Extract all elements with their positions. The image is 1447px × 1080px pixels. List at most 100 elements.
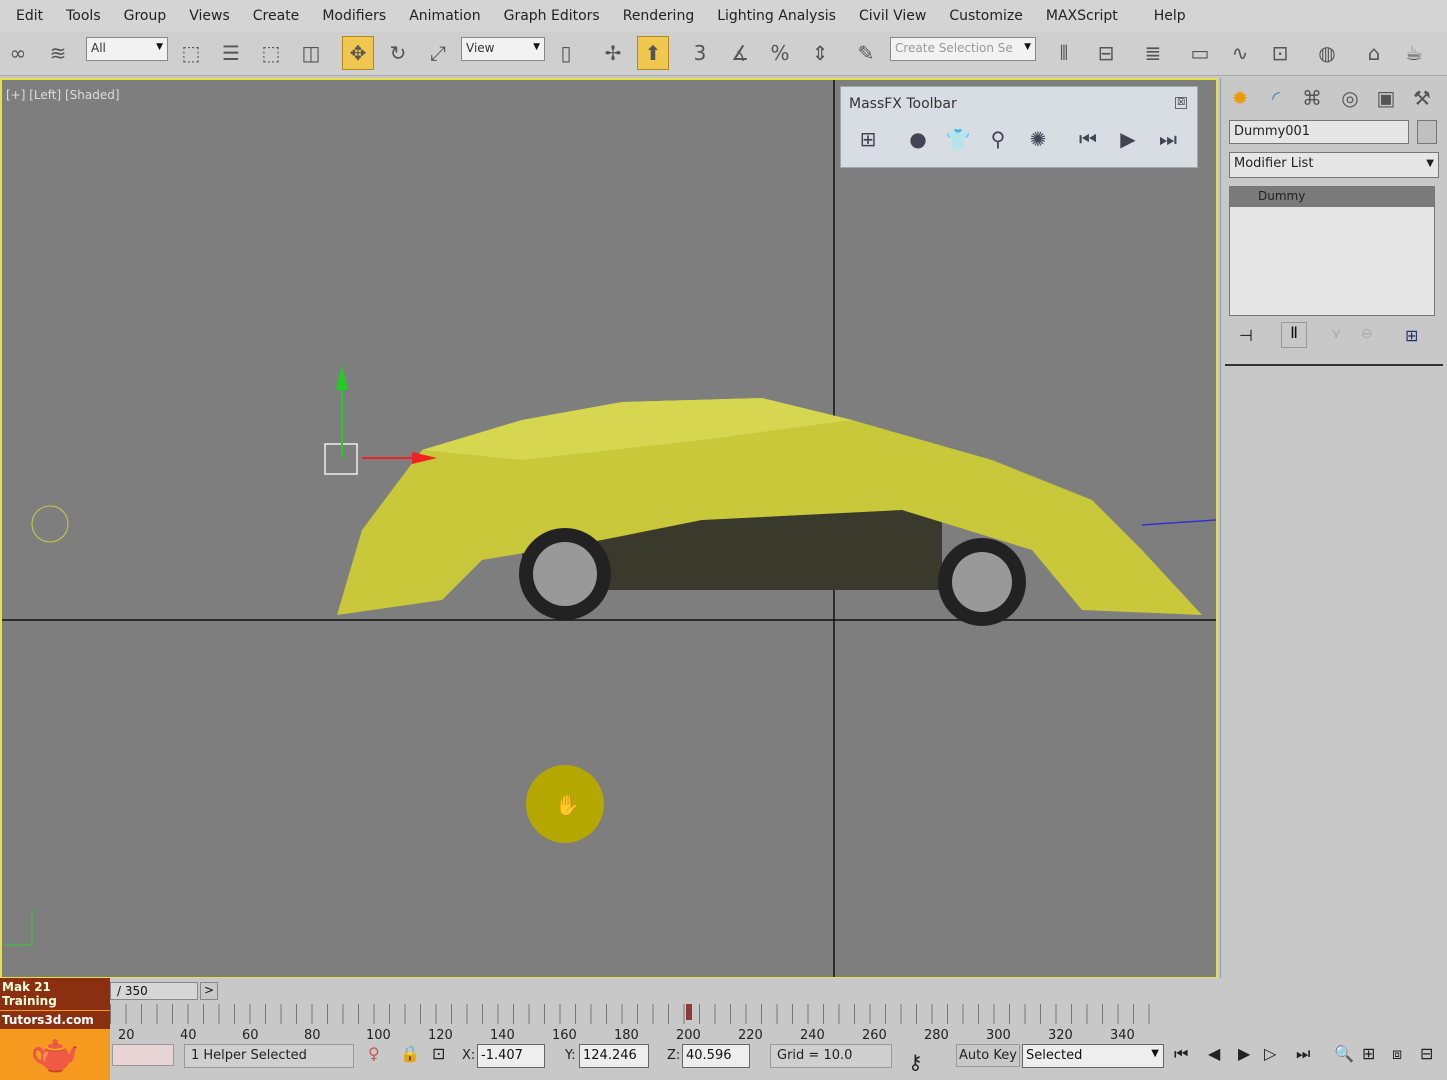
mcloth-icon[interactable]: 👕 bbox=[943, 123, 973, 155]
mirror-icon[interactable]: ⫴ bbox=[1048, 36, 1080, 70]
menu-views[interactable]: Views bbox=[189, 8, 230, 24]
menu-civil-view[interactable]: Civil View bbox=[859, 8, 926, 24]
hierarchy-tab-icon[interactable]: ⌘ bbox=[1295, 82, 1329, 114]
menu-edit[interactable]: Edit bbox=[16, 8, 43, 24]
timeline-tick: 300 bbox=[986, 1028, 1011, 1043]
menu-graph-editors[interactable]: Graph Editors bbox=[504, 8, 600, 24]
time-slider[interactable]: / 350 bbox=[110, 982, 198, 1000]
menu-animation[interactable]: Animation bbox=[409, 8, 480, 24]
logo: Mak 21 Training Tutors3d.com 🫖 bbox=[0, 978, 110, 1080]
rigid-body-icon[interactable]: ● bbox=[903, 123, 933, 155]
motion-tab-icon[interactable]: ◎ bbox=[1333, 82, 1367, 114]
step-simulation-icon[interactable]: ⏭ bbox=[1153, 123, 1183, 155]
keyboard-shortcut-override-icon[interactable]: ⬆ bbox=[637, 36, 669, 70]
play-icon[interactable]: ▶ bbox=[1238, 1044, 1250, 1063]
object-name-field[interactable]: Dummy001 bbox=[1229, 120, 1409, 144]
curve-editor-icon[interactable]: ∿ bbox=[1224, 36, 1256, 70]
snaps-toggle-icon[interactable]: 3 bbox=[684, 36, 716, 70]
manipulate-icon[interactable]: ✢ bbox=[597, 36, 629, 70]
make-unique-icon[interactable]: ⋎ bbox=[1331, 326, 1341, 342]
timeline-tick: 160 bbox=[552, 1028, 577, 1043]
play-simulation-icon[interactable]: ▶ bbox=[1113, 123, 1143, 155]
lock-icon[interactable]: 🔒 bbox=[400, 1044, 420, 1063]
angle-snap-icon[interactable]: ∡ bbox=[724, 36, 756, 70]
modify-tab-icon[interactable]: ◜ bbox=[1259, 82, 1293, 114]
link-icon[interactable]: ∞ bbox=[2, 36, 34, 70]
close-icon[interactable]: ☒ bbox=[1175, 97, 1187, 109]
next-frame-button[interactable]: > bbox=[200, 982, 218, 1000]
timeline-tick: 200 bbox=[676, 1028, 701, 1043]
world-params-icon[interactable]: ⊞ bbox=[853, 123, 883, 155]
next-key-icon[interactable]: ▷ bbox=[1264, 1044, 1276, 1063]
scale-icon[interactable]: ⤢ bbox=[422, 36, 454, 70]
rotate-icon[interactable]: ↻ bbox=[382, 36, 414, 70]
pin-stack-icon[interactable]: ⊣ bbox=[1239, 326, 1253, 345]
menu-rendering[interactable]: Rendering bbox=[623, 8, 695, 24]
z-coordinate-field[interactable]: 40.596 bbox=[682, 1044, 750, 1068]
spinner-snap-icon[interactable]: ⇕ bbox=[804, 36, 836, 70]
display-tab-icon[interactable]: ▣ bbox=[1369, 82, 1403, 114]
schematic-view-icon[interactable]: ⊡ bbox=[1264, 36, 1296, 70]
move-icon[interactable]: ✥ bbox=[342, 36, 374, 70]
set-key-icon[interactable]: ⚷ bbox=[908, 1050, 923, 1074]
pivot-icon[interactable]: ▯ bbox=[550, 36, 582, 70]
selection-filter-dropdown[interactable]: All bbox=[86, 37, 168, 61]
align-icon[interactable]: ⊟ bbox=[1090, 36, 1122, 70]
chevron-down-icon: ▼ bbox=[1426, 158, 1434, 169]
stack-item-dummy[interactable]: Dummy bbox=[1230, 187, 1434, 207]
constraint-icon[interactable]: ⚲ bbox=[983, 123, 1013, 155]
zoom-extents-all-icon[interactable]: ⊟ bbox=[1420, 1044, 1433, 1063]
window-crossing-icon[interactable]: ◫ bbox=[295, 36, 327, 70]
ragdoll-icon[interactable]: ✺ bbox=[1023, 123, 1053, 155]
percent-snap-icon[interactable]: % bbox=[764, 36, 796, 70]
material-editor-icon[interactable]: ◍ bbox=[1311, 36, 1343, 70]
zoom-icon[interactable]: 🔍 bbox=[1334, 1044, 1354, 1063]
menu-customize[interactable]: Customize bbox=[949, 8, 1023, 24]
reference-coordinate-dropdown[interactable]: View bbox=[461, 37, 545, 61]
layer-manager-icon[interactable]: ≣ bbox=[1137, 36, 1169, 70]
isolate-selection-icon[interactable]: ♀ bbox=[368, 1044, 380, 1063]
select-object-icon[interactable]: ⬚ bbox=[175, 36, 207, 70]
menu-help[interactable]: Help bbox=[1154, 8, 1186, 24]
rectangle-selection-icon[interactable]: ⬚ bbox=[255, 36, 287, 70]
render-setup-icon[interactable]: ⌂ bbox=[1358, 36, 1390, 70]
modifier-list-label: Modifier List bbox=[1234, 156, 1314, 171]
show-end-result-icon[interactable]: Ⅱ bbox=[1281, 322, 1307, 348]
zoom-extents-icon[interactable]: ⧈ bbox=[1392, 1044, 1402, 1064]
previous-frame-icon[interactable]: ◀ bbox=[1208, 1044, 1220, 1063]
modifier-list-dropdown[interactable]: Modifier List ▼ bbox=[1229, 152, 1439, 178]
reset-simulation-icon[interactable]: ⏮ bbox=[1073, 123, 1103, 155]
menu-lighting-analysis[interactable]: Lighting Analysis bbox=[717, 8, 836, 24]
bind-space-warp-icon[interactable]: ≋ bbox=[42, 36, 74, 70]
x-coordinate-field[interactable]: -1.407 bbox=[477, 1044, 545, 1068]
named-selection-dropdown[interactable]: Create Selection Se bbox=[890, 37, 1036, 61]
current-frame-marker[interactable] bbox=[685, 1004, 692, 1020]
chevron-down-icon: ▼ bbox=[1151, 1048, 1159, 1059]
menu-group[interactable]: Group bbox=[124, 8, 167, 24]
track-bar[interactable] bbox=[110, 1004, 1160, 1024]
go-to-end-icon[interactable]: ⏭ bbox=[1296, 1044, 1310, 1064]
x-label: X: bbox=[462, 1048, 476, 1063]
zoom-all-icon[interactable]: ⊞ bbox=[1362, 1044, 1375, 1063]
utilities-tab-icon[interactable]: ⚒ bbox=[1405, 82, 1439, 114]
y-coordinate-field[interactable]: 124.246 bbox=[579, 1044, 649, 1068]
auto-key-button[interactable]: Auto Key bbox=[956, 1044, 1020, 1067]
menu-modifiers[interactable]: Modifiers bbox=[322, 8, 386, 24]
select-by-name-icon[interactable]: ☰ bbox=[215, 36, 247, 70]
left-viewport[interactable]: [+] [Left] [Shaded] ✋ bbox=[0, 78, 1218, 979]
light-helper bbox=[31, 505, 69, 543]
scene-explorer-icon[interactable]: ▭ bbox=[1184, 36, 1216, 70]
configure-modifier-sets-icon[interactable]: ⊞ bbox=[1405, 326, 1418, 345]
key-mode-dropdown[interactable]: Selected ▼ bbox=[1022, 1044, 1164, 1068]
remove-modifier-icon[interactable]: ⊖ bbox=[1361, 326, 1373, 342]
go-to-start-icon[interactable]: ⏮ bbox=[1174, 1044, 1188, 1064]
menu-tools[interactable]: Tools bbox=[66, 8, 101, 24]
object-color-swatch[interactable] bbox=[1417, 120, 1437, 144]
edit-named-selection-icon[interactable]: ✎ bbox=[850, 36, 882, 70]
absolute-mode-icon[interactable]: ⊡ bbox=[432, 1044, 445, 1063]
maxscript-listener[interactable] bbox=[112, 1044, 174, 1066]
render-icon[interactable]: ☕ bbox=[1398, 36, 1430, 70]
menu-create[interactable]: Create bbox=[253, 8, 300, 24]
create-tab-icon[interactable]: ✹ bbox=[1223, 82, 1257, 114]
menu-maxscript[interactable]: MAXScript bbox=[1046, 8, 1118, 24]
